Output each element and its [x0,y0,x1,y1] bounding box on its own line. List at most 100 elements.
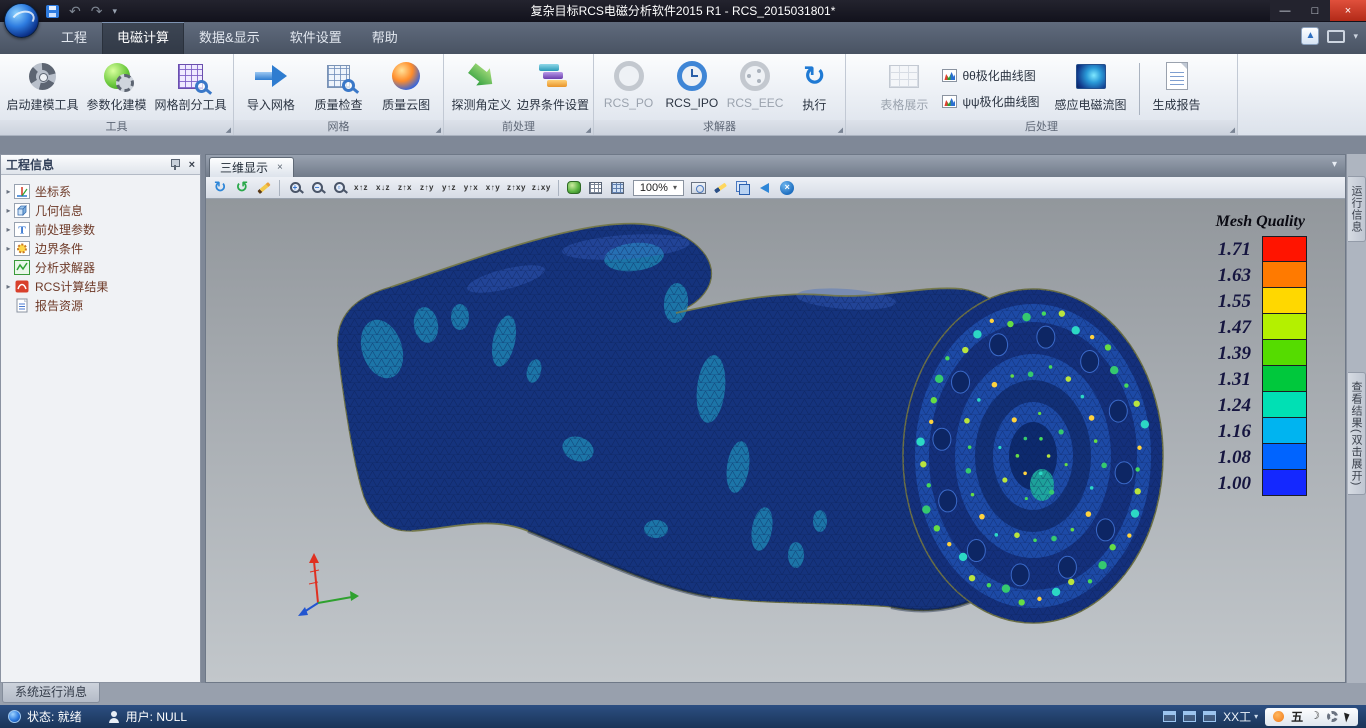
tab-3d-display[interactable]: 三维显示 × [209,157,294,177]
group-launcher-icon[interactable]: ◢ [1230,126,1235,134]
window-thumb-icon[interactable] [1163,711,1176,722]
3d-model-canvas[interactable] [206,199,1345,682]
snapshot-button[interactable] [689,178,709,198]
tree-item-rcs-results[interactable]: ▸ RCS计算结果 [3,277,200,296]
close-button[interactable]: × [1330,0,1366,21]
em-flow-thumbnail-icon [1076,64,1106,89]
tree-item-boundary-conditions[interactable]: ▸ 边界条件 [3,239,200,258]
system-messages-tab[interactable]: 系统运行消息 [2,683,100,703]
tabstrip-dropdown-icon[interactable]: ▾ [1332,159,1337,170]
orbit-view-button[interactable]: ↺ [232,178,252,198]
mesh-mode-button[interactable] [608,178,628,198]
pin-icon[interactable] [169,159,180,170]
parametric-modeling-button[interactable]: 参数化建模 [81,56,153,121]
view-xz-button[interactable]: x↑z [351,178,371,198]
execute-button[interactable]: ↻ 执行 [788,56,841,121]
export-view-button[interactable] [755,178,775,198]
expander-icon[interactable]: ▸ [3,244,14,253]
tab-em-compute[interactable]: 电磁计算 [102,22,184,54]
rotate-view-button[interactable]: ↻ [210,178,230,198]
group-launcher-icon[interactable]: ◢ [226,126,231,134]
tab-data-display[interactable]: 数据&显示 [184,22,275,54]
ime-wubi-mode[interactable]: 五 [1291,711,1303,723]
theta-polarization-curve-button[interactable]: θθ极化曲线图 [942,67,1039,84]
magnifier-icon [195,80,208,93]
table-display-button[interactable]: 表格展示 [874,56,934,121]
group-launcher-icon[interactable]: ◢ [586,126,591,134]
user-text: 用户: NULL [126,708,187,725]
tree-item-report-resources[interactable]: 报告资源 [3,296,200,315]
rotate-icon: ↻ [214,180,227,195]
view-zx-button[interactable]: z↑x [395,178,415,198]
stop-render-button[interactable]: × [777,178,797,198]
expander-icon[interactable]: ▸ [3,206,14,215]
window-thumb-icon[interactable] [1203,711,1216,722]
cursor-icon[interactable] [1344,711,1351,722]
tab-help[interactable]: 帮助 [357,22,413,54]
psi-polarization-curve-button[interactable]: ψψ极化曲线图 [942,93,1039,110]
boundary-settings-button[interactable]: 边界条件设置 [517,56,589,121]
dock-tab-view-results[interactable]: 查看结果(双击展开) [1348,372,1366,495]
induced-current-map-button[interactable]: 感应电磁流图 [1048,56,1134,121]
view-iso-back-button[interactable]: z↓xy [530,178,553,198]
window-thumb-icon[interactable] [1183,711,1196,722]
moon-icon[interactable]: ☽ [1310,711,1320,722]
tab-project[interactable]: 工程 [46,22,102,54]
quality-contour-button[interactable]: 质量云图 [373,56,439,121]
legend-swatch [1262,418,1307,444]
light-button[interactable] [711,178,731,198]
view-xy-button[interactable]: x↑y [483,178,503,198]
zoom-in-button[interactable]: + [285,178,305,198]
panel-close-icon[interactable]: × [189,159,195,171]
wireframe-mode-button[interactable] [586,178,606,198]
expander-icon[interactable]: ▸ [3,225,14,234]
group-launcher-icon[interactable]: ◢ [838,126,843,134]
ime-logo-icon[interactable] [1273,711,1284,722]
view-zy-button[interactable]: z↑y [417,178,437,198]
rcs-po-button[interactable]: RCS_PO [598,56,659,121]
launch-modeling-tool-button[interactable]: 启动建模工具 [7,56,79,121]
minimize-ribbon-icon[interactable]: ▲ [1301,27,1319,45]
wireframe-icon [589,182,602,194]
zoom-level-dropdown[interactable]: 100% ▾ [633,180,684,196]
quality-check-button[interactable]: 质量检查 [306,56,372,121]
rcs-ipo-button[interactable]: RCS_IPO [661,56,722,121]
display-style-dropdown-icon[interactable]: ▾ [1353,31,1358,42]
view-yz-button[interactable]: y↑z [439,178,459,198]
dock-tab-run-info[interactable]: 运行信息 [1348,176,1366,242]
view-xz-back-button[interactable]: x↓z [373,178,393,198]
shaded-mode-button[interactable] [564,178,584,198]
boundary-gear-icon [14,241,30,256]
mesh-grid-icon [178,64,203,89]
mesh-partition-tool-button[interactable]: 网格剖分工具 [155,56,227,121]
expander-icon[interactable]: ▸ [3,187,14,196]
minimize-button[interactable]: — [1270,0,1300,21]
display-style-icon[interactable] [1327,30,1345,43]
maximize-button[interactable]: □ [1300,0,1330,21]
zoom-out-button[interactable]: − [307,178,327,198]
view-iso-button[interactable]: z↑xy [505,178,528,198]
zoom-window-button[interactable]: ▫ [329,178,349,198]
tab-software-settings[interactable]: 软件设置 [275,22,357,54]
3d-viewport[interactable]: Mesh Quality 1.711.631.551.471.391.311.2… [206,199,1345,682]
group-label-solver: 求解器 [703,121,736,133]
tree-item-analysis-solver[interactable]: 分析求解器 [3,258,200,277]
legend-rows: 1.711.631.551.471.391.311.241.161.081.00 [1216,236,1307,496]
tree-item-coordinate-system[interactable]: ▸ 坐标系 [3,182,200,201]
group-label-tools: 工具 [106,121,128,133]
generate-report-button[interactable]: 生成报告 [1145,56,1209,121]
tree-item-geometry-info[interactable]: ▸ 几何信息 [3,201,200,220]
group-launcher-icon[interactable]: ◢ [436,126,441,134]
expander-icon[interactable]: ▸ [3,282,14,291]
tree-item-preprocess-params[interactable]: ▸ T 前处理参数 [3,220,200,239]
ime-toolbar: 五 ☽ [1265,708,1358,726]
ime-settings-gear-icon[interactable] [1327,711,1338,722]
import-mesh-button[interactable]: 导入网格 [238,56,304,121]
bearing-face [903,289,1163,623]
measure-button[interactable] [254,178,274,198]
probe-angle-button[interactable]: 探测角定义 [448,56,515,121]
rcs-eec-button[interactable]: RCS_EEC [724,56,785,121]
tab-close-icon[interactable]: × [277,162,283,173]
ime-mode-button[interactable]: XX工 ▾ [1223,708,1258,725]
view-yx-button[interactable]: y↑x [461,178,481,198]
